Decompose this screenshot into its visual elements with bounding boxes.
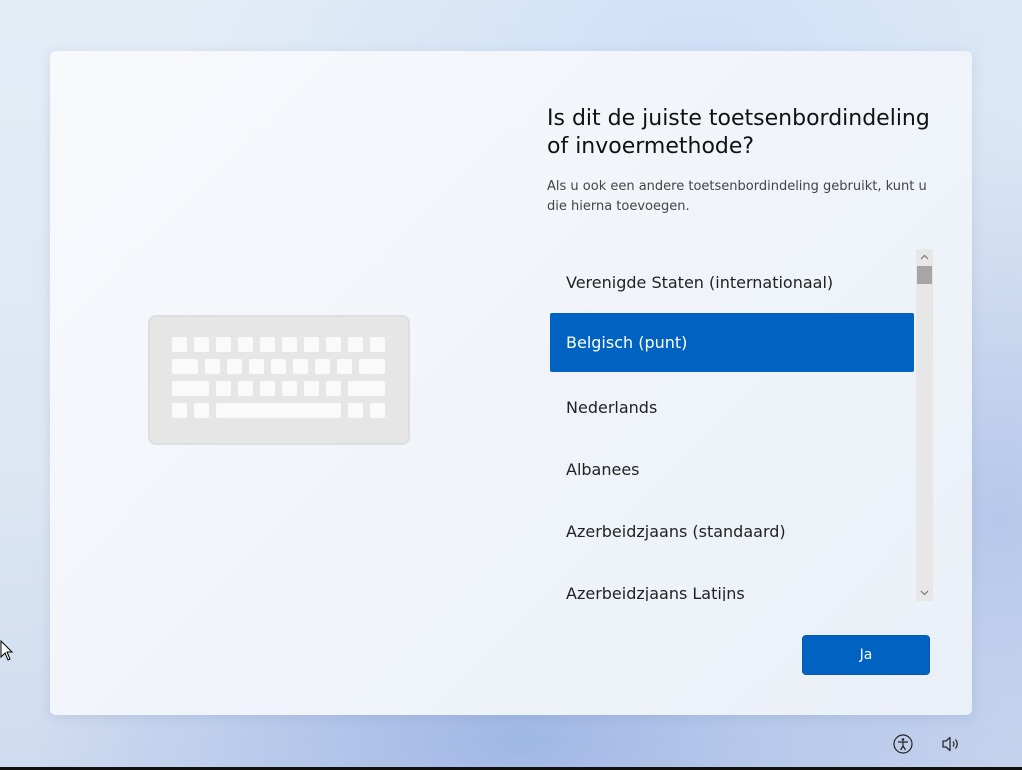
list-item-selected[interactable]: Belgisch (punt)	[550, 313, 914, 372]
list-scrollbar[interactable]	[916, 249, 933, 601]
dialog-title: Is dit de juiste toetsenbordindeling of …	[547, 106, 930, 159]
list-item[interactable]: Azerbeidzjaans (standaard)	[550, 502, 914, 560]
scroll-up-icon[interactable]	[916, 250, 933, 264]
scroll-down-icon[interactable]	[916, 586, 933, 600]
list-item-label: Azerbeidzjaans (standaard)	[566, 521, 786, 541]
list-item[interactable]: Nederlands	[550, 378, 914, 436]
list-item[interactable]: Verenigde Staten (internationaal)	[550, 253, 914, 311]
keyboard-layout-list[interactable]: Verenigde Staten (internationaal) Belgis…	[547, 249, 933, 601]
confirm-button[interactable]: Ja	[802, 635, 930, 675]
volume-icon[interactable]	[940, 733, 962, 755]
list-item-label: Belgisch (punt)	[566, 333, 688, 352]
setup-dialog: Is dit de juiste toetsenbordindeling of …	[50, 51, 972, 715]
confirm-button-label: Ja	[859, 647, 873, 663]
list-item-label: Nederlands	[566, 397, 658, 417]
dialog-subtitle: Als u ook een andere toetsenbordindeling…	[547, 179, 927, 214]
scroll-thumb[interactable]	[917, 266, 932, 284]
list-item[interactable]: Albanees	[550, 440, 914, 498]
list-item-label: Albanees	[566, 459, 640, 479]
keyboard-illustration	[148, 315, 410, 445]
list-item-label: Azerbeidzjaans Latijns	[566, 583, 745, 602]
list-item-label: Verenigde Staten (internationaal)	[566, 272, 834, 292]
accessibility-icon[interactable]	[892, 733, 914, 755]
list-item[interactable]: Azerbeidzjaans Latijns	[550, 564, 914, 602]
mouse-cursor-icon	[0, 639, 14, 662]
